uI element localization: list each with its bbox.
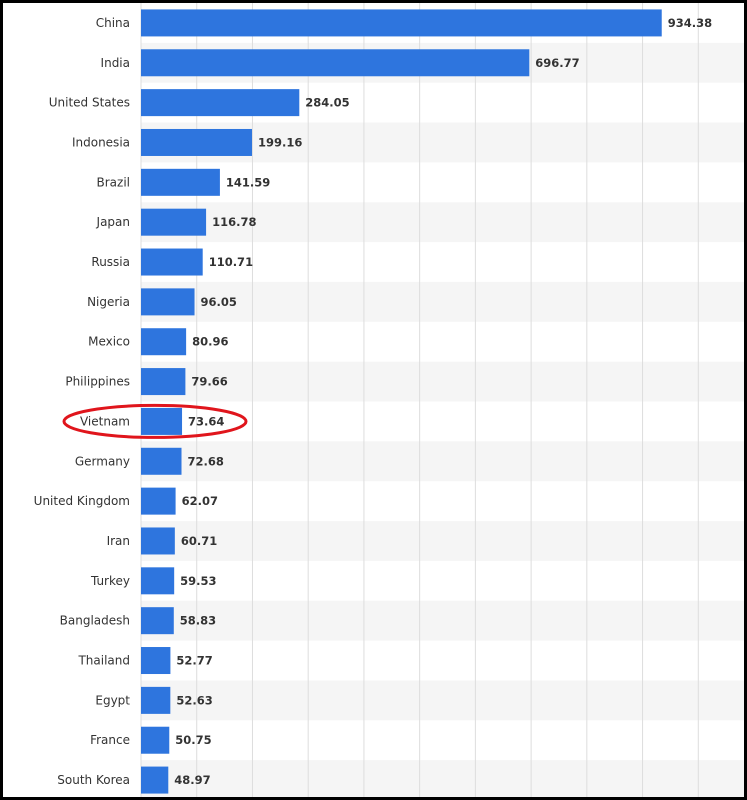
bar-france <box>141 726 170 754</box>
row-stripe <box>141 600 744 641</box>
category-label-thailand: Thailand <box>77 654 130 668</box>
category-label-japan: Japan <box>96 215 130 229</box>
bar-thailand <box>141 647 171 675</box>
bar-south-korea <box>141 766 169 794</box>
value-label-nigeria: 96.05 <box>201 295 237 309</box>
value-label-mexico: 80.96 <box>192 335 228 349</box>
row-stripe <box>141 441 744 482</box>
category-label-south-korea: South Korea <box>57 773 130 787</box>
category-label-united-states: United States <box>49 96 130 110</box>
value-label-india: 696.77 <box>535 56 579 70</box>
bar-philippines <box>141 368 186 396</box>
value-label-china: 934.38 <box>668 16 712 30</box>
category-label-china: China <box>96 16 130 30</box>
category-label-france: France <box>90 733 130 747</box>
category-label-iran: Iran <box>107 534 130 548</box>
value-label-germany: 72.68 <box>188 454 224 468</box>
value-label-japan: 116.78 <box>212 215 256 229</box>
value-label-bangladesh: 58.83 <box>180 614 216 628</box>
row-stripe <box>141 361 744 402</box>
category-label-united-kingdom: United Kingdom <box>34 494 130 508</box>
bar-india <box>141 49 530 77</box>
category-label-russia: Russia <box>91 255 130 269</box>
value-label-turkey: 59.53 <box>180 574 216 588</box>
value-label-united-states: 284.05 <box>305 96 349 110</box>
bar-united-kingdom <box>141 487 176 515</box>
value-label-russia: 110.71 <box>209 255 253 269</box>
row-stripe <box>141 521 744 561</box>
chart-frame: China India United States Indonesia Brazil Ja… <box>0 0 747 800</box>
bar-egypt <box>141 686 171 714</box>
bar-japan <box>141 208 207 236</box>
category-label-germany: Germany <box>75 454 130 468</box>
value-label-vietnam: 73.64 <box>188 414 224 428</box>
value-label-south-korea: 48.97 <box>174 773 210 787</box>
row-stripe <box>141 760 744 797</box>
bar-united-states <box>141 89 300 117</box>
category-label-indonesia: Indonesia <box>72 135 130 149</box>
category-label-brazil: Brazil <box>97 175 131 189</box>
bar-germany <box>141 447 182 475</box>
value-label-brazil: 141.59 <box>226 175 270 189</box>
bar-vietnam <box>141 407 183 435</box>
category-label-vietnam: Vietnam <box>80 414 130 428</box>
value-label-philippines: 79.66 <box>191 375 227 389</box>
value-label-france: 50.75 <box>175 733 211 747</box>
bar-bangladesh <box>141 607 174 635</box>
category-label-egypt: Egypt <box>95 693 130 707</box>
value-label-united-kingdom: 62.07 <box>182 494 218 508</box>
category-labels: China India United States Indonesia Brazil Ja… <box>34 16 131 787</box>
bar-chart: China India United States Indonesia Brazil Ja… <box>34 3 744 797</box>
category-label-philippines: Philippines <box>65 375 130 389</box>
bar-indonesia <box>141 128 252 156</box>
value-label-indonesia: 199.16 <box>258 135 302 149</box>
bar-turkey <box>141 567 175 595</box>
bar-brazil <box>141 168 220 196</box>
bar-iran <box>141 527 175 555</box>
category-label-india: India <box>101 56 130 70</box>
bar-china <box>141 9 662 37</box>
category-label-turkey: Turkey <box>90 574 130 588</box>
value-label-thailand: 52.77 <box>176 654 212 668</box>
value-label-iran: 60.71 <box>181 534 217 548</box>
bar-russia <box>141 248 203 276</box>
category-label-nigeria: Nigeria <box>87 295 130 309</box>
row-stripe <box>141 680 744 721</box>
category-label-mexico: Mexico <box>88 335 130 349</box>
category-label-bangladesh: Bangladesh <box>60 614 130 628</box>
value-label-egypt: 52.63 <box>176 693 212 707</box>
bar-nigeria <box>141 288 195 316</box>
bar-mexico <box>141 328 187 356</box>
